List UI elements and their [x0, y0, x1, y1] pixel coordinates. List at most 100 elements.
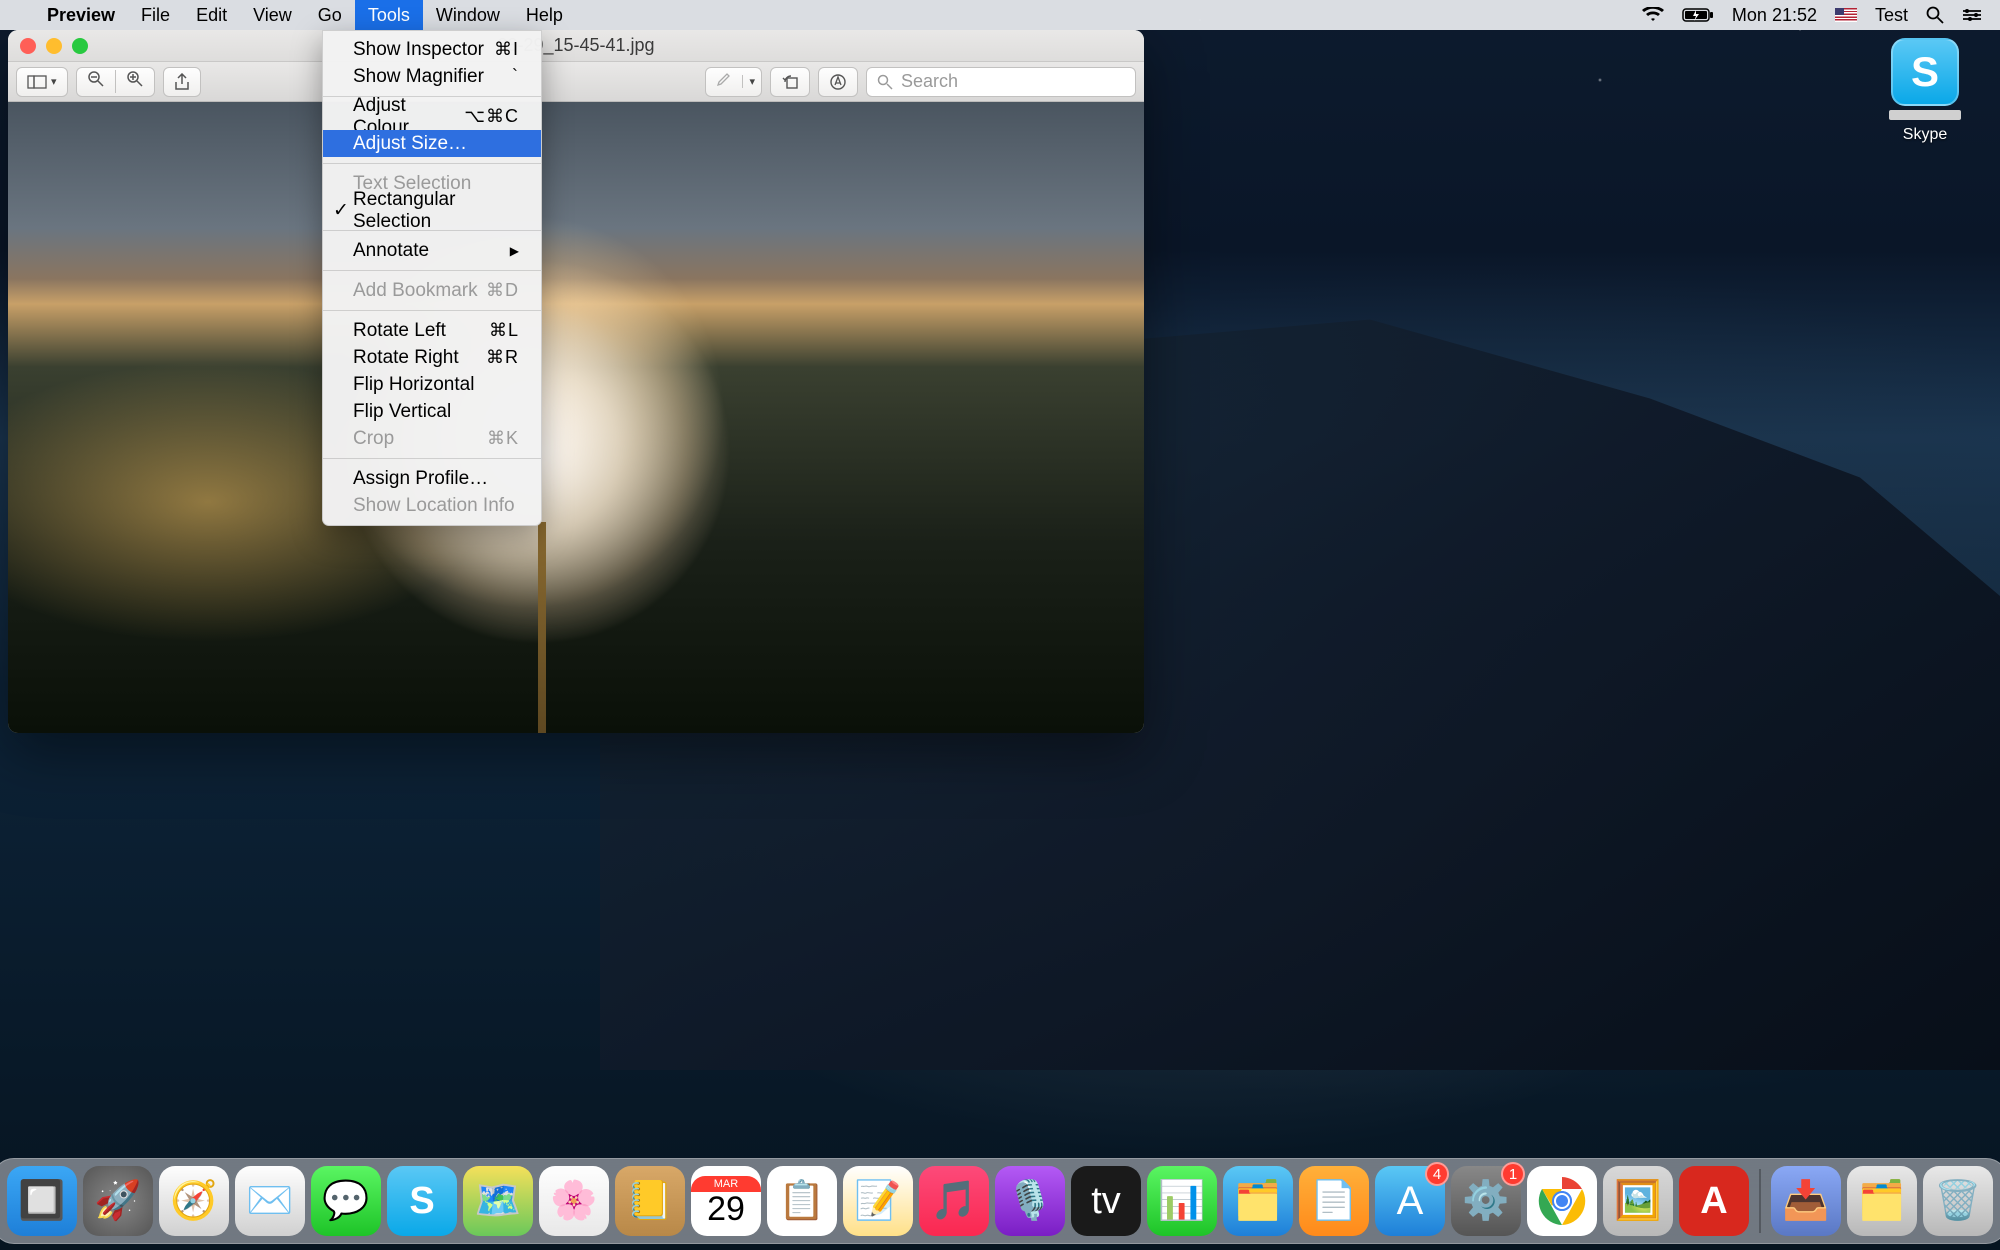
- desktop-icon-skype[interactable]: S Skype: [1880, 38, 1970, 144]
- markup-toolbar-button[interactable]: [818, 67, 858, 97]
- dock-downloads[interactable]: 📥: [1771, 1166, 1841, 1236]
- image-content[interactable]: [8, 102, 1144, 733]
- desktop-icon-label: Skype: [1903, 126, 1947, 144]
- menu-item-label: Annotate: [353, 240, 429, 262]
- dock-tv[interactable]: tv: [1071, 1166, 1141, 1236]
- menu-item-label: Crop: [353, 428, 394, 450]
- menu-shortcut: ⌥⌘C: [464, 106, 519, 127]
- tools-dropdown: Show Inspector⌘I Show Magnifier ` Adjust Co…: [322, 30, 542, 526]
- menu-item-annotate[interactable]: Annotate ▶: [323, 237, 541, 264]
- dock-pages[interactable]: 📄: [1299, 1166, 1369, 1236]
- menu-file[interactable]: File: [128, 0, 183, 30]
- menu-item-assign-profile[interactable]: Assign Profile…: [323, 465, 541, 492]
- dock-podcasts[interactable]: 🎙️: [995, 1166, 1065, 1236]
- menu-help[interactable]: Help: [513, 0, 576, 30]
- menu-view[interactable]: View: [240, 0, 305, 30]
- zoom-button[interactable]: [72, 38, 88, 54]
- dock-contacts[interactable]: 📒: [615, 1166, 685, 1236]
- skype-icon: S: [1891, 38, 1959, 106]
- dock-keynote[interactable]: 🗂️: [1223, 1166, 1293, 1236]
- battery-icon[interactable]: [1682, 7, 1714, 23]
- menu-tools[interactable]: Tools: [355, 0, 423, 30]
- zoom-out-button[interactable]: [77, 70, 115, 93]
- menu-separator: [323, 163, 541, 164]
- dock-recent-1[interactable]: 🗂️: [1847, 1166, 1917, 1236]
- dock-system-preferences[interactable]: ⚙️ 1: [1451, 1166, 1521, 1236]
- spotlight-icon[interactable]: [1926, 6, 1944, 24]
- check-icon: ✓: [333, 199, 349, 222]
- dock-messages[interactable]: 💬: [311, 1166, 381, 1236]
- menu-item-show-inspector[interactable]: Show Inspector⌘I: [323, 36, 541, 63]
- dock-maps[interactable]: 🗺️: [463, 1166, 533, 1236]
- menu-shortcut: ⌘D: [486, 280, 519, 301]
- dock-safari[interactable]: 🧭: [159, 1166, 229, 1236]
- dock-preview[interactable]: 🖼️: [1603, 1166, 1673, 1236]
- view-mode-button[interactable]: ▾: [16, 67, 68, 97]
- menu-shortcut: ⌘K: [487, 428, 519, 449]
- menu-edit[interactable]: Edit: [183, 0, 240, 30]
- minimize-button[interactable]: [46, 38, 62, 54]
- dock-mail[interactable]: ✉️: [235, 1166, 305, 1236]
- preview-window: 03-29_15-45-41.jpg ▾ ▾ Search: [8, 30, 1144, 733]
- menu-item-rotate-left[interactable]: Rotate Left ⌘L: [323, 317, 541, 344]
- dock-numbers[interactable]: 📊: [1147, 1166, 1217, 1236]
- menu-separator: [323, 458, 541, 459]
- highlight-dropdown[interactable]: ▾: [742, 75, 761, 88]
- dock-acrobat[interactable]: A: [1679, 1166, 1749, 1236]
- dock-skype[interactable]: S: [387, 1166, 457, 1236]
- menu-item-rotate-right[interactable]: Rotate Right⌘R: [323, 344, 541, 371]
- wifi-icon[interactable]: [1642, 7, 1664, 23]
- highlight-button[interactable]: [706, 71, 742, 92]
- menu-item-label: Add Bookmark: [353, 280, 478, 302]
- dock-music[interactable]: 🎵: [919, 1166, 989, 1236]
- share-button[interactable]: [163, 67, 201, 97]
- toolbar: ▾ ▾ Search: [8, 62, 1144, 102]
- menu-item-rectangular-selection[interactable]: ✓Rectangular Selection: [323, 197, 541, 224]
- menu-item-label: Rectangular Selection: [353, 189, 519, 233]
- close-button[interactable]: [20, 38, 36, 54]
- menu-item-label: Adjust Size…: [353, 133, 467, 155]
- rotate-button[interactable]: [770, 67, 810, 97]
- menu-item-adjust-size[interactable]: Adjust Size…: [323, 130, 541, 157]
- user-name[interactable]: Test: [1875, 5, 1908, 26]
- menu-item-crop: Crop ⌘K: [323, 425, 541, 452]
- dock: 🔲 🚀 🧭 ✉️ 💬 S 🗺️ 🌸 📒 MAR 29 📋 📝 🎵 🎙️ tv 📊…: [0, 1158, 2000, 1244]
- menu-window[interactable]: Window: [423, 0, 513, 30]
- zoom-buttons: [76, 67, 155, 97]
- menu-item-adjust-colour[interactable]: Adjust Colour…⌥⌘C: [323, 103, 541, 130]
- dock-chrome[interactable]: [1527, 1166, 1597, 1236]
- menu-item-show-location-info: Show Location Info: [323, 492, 541, 519]
- dock-notes[interactable]: 📝: [843, 1166, 913, 1236]
- dock-appstore[interactable]: A 4: [1375, 1166, 1445, 1236]
- menu-item-flip-vertical[interactable]: Flip Vertical: [323, 398, 541, 425]
- menu-shortcut: ⌘L: [489, 320, 519, 341]
- zoom-in-button[interactable]: [115, 70, 154, 93]
- menu-go[interactable]: Go: [305, 0, 355, 30]
- search-placeholder: Search: [901, 71, 958, 92]
- dock-calendar[interactable]: MAR 29: [691, 1166, 761, 1236]
- menu-item-label: Flip Horizontal: [353, 374, 474, 396]
- menu-shortcut: ⌘R: [486, 347, 519, 368]
- menu-item-label: Rotate Left: [353, 320, 446, 342]
- control-center-icon[interactable]: [1962, 8, 1982, 22]
- apple-menu[interactable]: [0, 0, 34, 30]
- submenu-arrow-icon: ▶: [510, 244, 519, 258]
- dock-finder[interactable]: 🔲: [7, 1166, 77, 1236]
- input-flag-icon[interactable]: [1835, 8, 1857, 22]
- menu-app-name[interactable]: Preview: [34, 0, 128, 30]
- window-titlebar[interactable]: 03-29_15-45-41.jpg: [8, 30, 1144, 62]
- menu-item-label: Flip Vertical: [353, 401, 451, 423]
- dock-launchpad[interactable]: 🚀: [83, 1166, 153, 1236]
- menu-item-label: Show Location Info: [353, 495, 515, 517]
- markup-buttons: ▾: [705, 67, 762, 97]
- menu-item-flip-horizontal[interactable]: Flip Horizontal: [323, 371, 541, 398]
- menu-shortcut: `: [512, 66, 519, 87]
- menu-item-show-magnifier[interactable]: Show Magnifier `: [323, 63, 541, 90]
- dock-photos[interactable]: 🌸: [539, 1166, 609, 1236]
- search-input[interactable]: Search: [866, 67, 1136, 97]
- clock[interactable]: Mon 21:52: [1732, 5, 1817, 26]
- menubar: Preview File Edit View Go Tools Window H…: [0, 0, 2000, 30]
- menu-item-label: Show Magnifier: [353, 66, 484, 88]
- dock-reminders[interactable]: 📋: [767, 1166, 837, 1236]
- dock-trash[interactable]: 🗑️: [1923, 1166, 1993, 1236]
